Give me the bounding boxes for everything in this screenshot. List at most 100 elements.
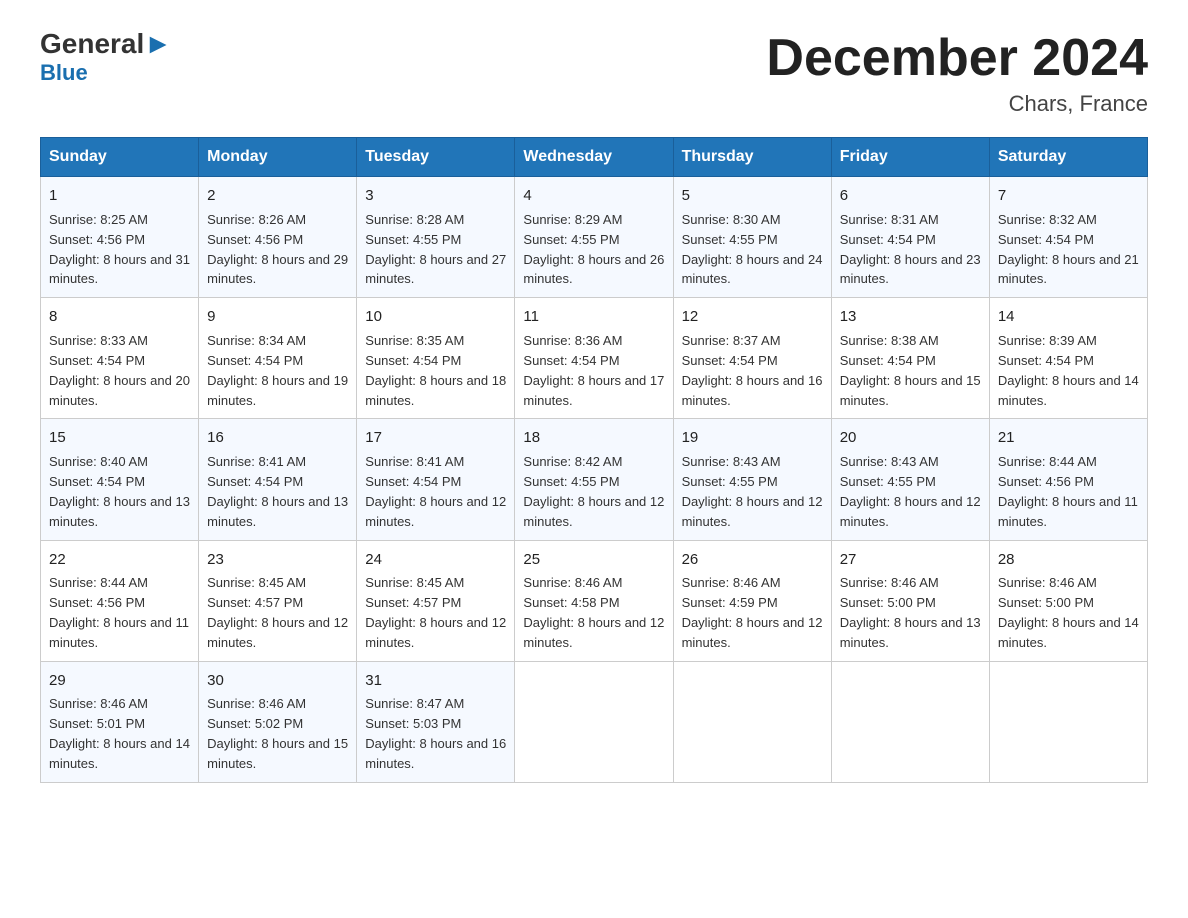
day-daylight: Daylight: 8 hours and 15 minutes.: [840, 373, 981, 408]
calendar-cell: [515, 661, 673, 782]
calendar-cell: [831, 661, 989, 782]
week-row-4: 22Sunrise: 8:44 AMSunset: 4:56 PMDayligh…: [41, 540, 1148, 661]
day-number: 29: [49, 670, 190, 692]
day-sunset: Sunset: 4:55 PM: [840, 474, 936, 489]
calendar-cell: 14Sunrise: 8:39 AMSunset: 4:54 PMDayligh…: [989, 298, 1147, 419]
calendar-cell: 7Sunrise: 8:32 AMSunset: 4:54 PMDaylight…: [989, 177, 1147, 298]
calendar-cell: 12Sunrise: 8:37 AMSunset: 4:54 PMDayligh…: [673, 298, 831, 419]
day-number: 13: [840, 306, 981, 328]
day-daylight: Daylight: 8 hours and 12 minutes.: [523, 615, 664, 650]
day-sunset: Sunset: 4:54 PM: [840, 232, 936, 247]
day-sunset: Sunset: 4:55 PM: [682, 474, 778, 489]
day-number: 28: [998, 549, 1139, 571]
day-number: 22: [49, 549, 190, 571]
calendar-cell: 24Sunrise: 8:45 AMSunset: 4:57 PMDayligh…: [357, 540, 515, 661]
day-sunset: Sunset: 4:54 PM: [365, 474, 461, 489]
calendar-cell: 21Sunrise: 8:44 AMSunset: 4:56 PMDayligh…: [989, 419, 1147, 540]
day-daylight: Daylight: 8 hours and 14 minutes.: [998, 615, 1139, 650]
calendar-cell: 16Sunrise: 8:41 AMSunset: 4:54 PMDayligh…: [199, 419, 357, 540]
day-sunrise: Sunrise: 8:42 AM: [523, 454, 622, 469]
day-sunset: Sunset: 4:55 PM: [523, 474, 619, 489]
day-sunrise: Sunrise: 8:46 AM: [840, 575, 939, 590]
day-number: 8: [49, 306, 190, 328]
day-number: 14: [998, 306, 1139, 328]
day-sunset: Sunset: 4:54 PM: [49, 353, 145, 368]
day-sunset: Sunset: 4:54 PM: [840, 353, 936, 368]
day-number: 6: [840, 185, 981, 207]
month-title: December 2024: [766, 30, 1148, 87]
day-sunrise: Sunrise: 8:41 AM: [207, 454, 306, 469]
weekday-header-friday: Friday: [831, 138, 989, 177]
day-daylight: Daylight: 8 hours and 16 minutes.: [365, 736, 506, 771]
day-sunrise: Sunrise: 8:29 AM: [523, 212, 622, 227]
day-sunrise: Sunrise: 8:38 AM: [840, 333, 939, 348]
day-number: 5: [682, 185, 823, 207]
calendar-cell: 22Sunrise: 8:44 AMSunset: 4:56 PMDayligh…: [41, 540, 199, 661]
day-sunrise: Sunrise: 8:39 AM: [998, 333, 1097, 348]
day-sunset: Sunset: 4:54 PM: [49, 474, 145, 489]
day-sunrise: Sunrise: 8:28 AM: [365, 212, 464, 227]
day-sunrise: Sunrise: 8:46 AM: [523, 575, 622, 590]
day-daylight: Daylight: 8 hours and 12 minutes.: [682, 615, 823, 650]
day-daylight: Daylight: 8 hours and 15 minutes.: [207, 736, 348, 771]
calendar-cell: 9Sunrise: 8:34 AMSunset: 4:54 PMDaylight…: [199, 298, 357, 419]
day-sunset: Sunset: 4:57 PM: [365, 595, 461, 610]
weekday-header-thursday: Thursday: [673, 138, 831, 177]
day-number: 9: [207, 306, 348, 328]
day-sunrise: Sunrise: 8:30 AM: [682, 212, 781, 227]
day-sunset: Sunset: 4:54 PM: [207, 474, 303, 489]
day-sunset: Sunset: 4:59 PM: [682, 595, 778, 610]
day-number: 4: [523, 185, 664, 207]
day-daylight: Daylight: 8 hours and 11 minutes.: [998, 494, 1138, 529]
day-sunset: Sunset: 4:54 PM: [365, 353, 461, 368]
day-sunrise: Sunrise: 8:36 AM: [523, 333, 622, 348]
day-sunset: Sunset: 4:54 PM: [207, 353, 303, 368]
day-number: 16: [207, 427, 348, 449]
calendar-cell: 20Sunrise: 8:43 AMSunset: 4:55 PMDayligh…: [831, 419, 989, 540]
day-sunset: Sunset: 4:54 PM: [682, 353, 778, 368]
calendar-cell: 26Sunrise: 8:46 AMSunset: 4:59 PMDayligh…: [673, 540, 831, 661]
day-number: 20: [840, 427, 981, 449]
day-sunrise: Sunrise: 8:44 AM: [49, 575, 148, 590]
calendar-cell: 2Sunrise: 8:26 AMSunset: 4:56 PMDaylight…: [199, 177, 357, 298]
day-sunrise: Sunrise: 8:32 AM: [998, 212, 1097, 227]
day-daylight: Daylight: 8 hours and 13 minutes.: [49, 494, 190, 529]
calendar-cell: 31Sunrise: 8:47 AMSunset: 5:03 PMDayligh…: [357, 661, 515, 782]
day-sunset: Sunset: 4:55 PM: [682, 232, 778, 247]
day-sunset: Sunset: 5:03 PM: [365, 716, 461, 731]
day-sunset: Sunset: 4:54 PM: [998, 232, 1094, 247]
day-daylight: Daylight: 8 hours and 17 minutes.: [523, 373, 664, 408]
day-number: 23: [207, 549, 348, 571]
logo: General► Blue: [40, 30, 172, 86]
day-number: 18: [523, 427, 664, 449]
day-sunrise: Sunrise: 8:45 AM: [365, 575, 464, 590]
calendar-cell: 23Sunrise: 8:45 AMSunset: 4:57 PMDayligh…: [199, 540, 357, 661]
day-sunset: Sunset: 5:00 PM: [840, 595, 936, 610]
week-row-2: 8Sunrise: 8:33 AMSunset: 4:54 PMDaylight…: [41, 298, 1148, 419]
day-number: 1: [49, 185, 190, 207]
day-daylight: Daylight: 8 hours and 11 minutes.: [49, 615, 189, 650]
day-number: 11: [523, 306, 664, 328]
logo-general: General►: [40, 30, 172, 58]
day-number: 30: [207, 670, 348, 692]
calendar-cell: 8Sunrise: 8:33 AMSunset: 4:54 PMDaylight…: [41, 298, 199, 419]
weekday-header-tuesday: Tuesday: [357, 138, 515, 177]
calendar-cell: 6Sunrise: 8:31 AMSunset: 4:54 PMDaylight…: [831, 177, 989, 298]
weekday-header-sunday: Sunday: [41, 138, 199, 177]
day-number: 15: [49, 427, 190, 449]
day-sunrise: Sunrise: 8:45 AM: [207, 575, 306, 590]
day-sunrise: Sunrise: 8:46 AM: [49, 696, 148, 711]
day-sunrise: Sunrise: 8:40 AM: [49, 454, 148, 469]
day-sunrise: Sunrise: 8:46 AM: [998, 575, 1097, 590]
week-row-5: 29Sunrise: 8:46 AMSunset: 5:01 PMDayligh…: [41, 661, 1148, 782]
calendar-cell: 28Sunrise: 8:46 AMSunset: 5:00 PMDayligh…: [989, 540, 1147, 661]
day-sunrise: Sunrise: 8:46 AM: [207, 696, 306, 711]
day-daylight: Daylight: 8 hours and 14 minutes.: [49, 736, 190, 771]
day-sunset: Sunset: 5:02 PM: [207, 716, 303, 731]
day-daylight: Daylight: 8 hours and 14 minutes.: [998, 373, 1139, 408]
day-daylight: Daylight: 8 hours and 26 minutes.: [523, 252, 664, 287]
day-number: 19: [682, 427, 823, 449]
day-number: 25: [523, 549, 664, 571]
location: Chars, France: [766, 91, 1148, 117]
day-sunrise: Sunrise: 8:41 AM: [365, 454, 464, 469]
